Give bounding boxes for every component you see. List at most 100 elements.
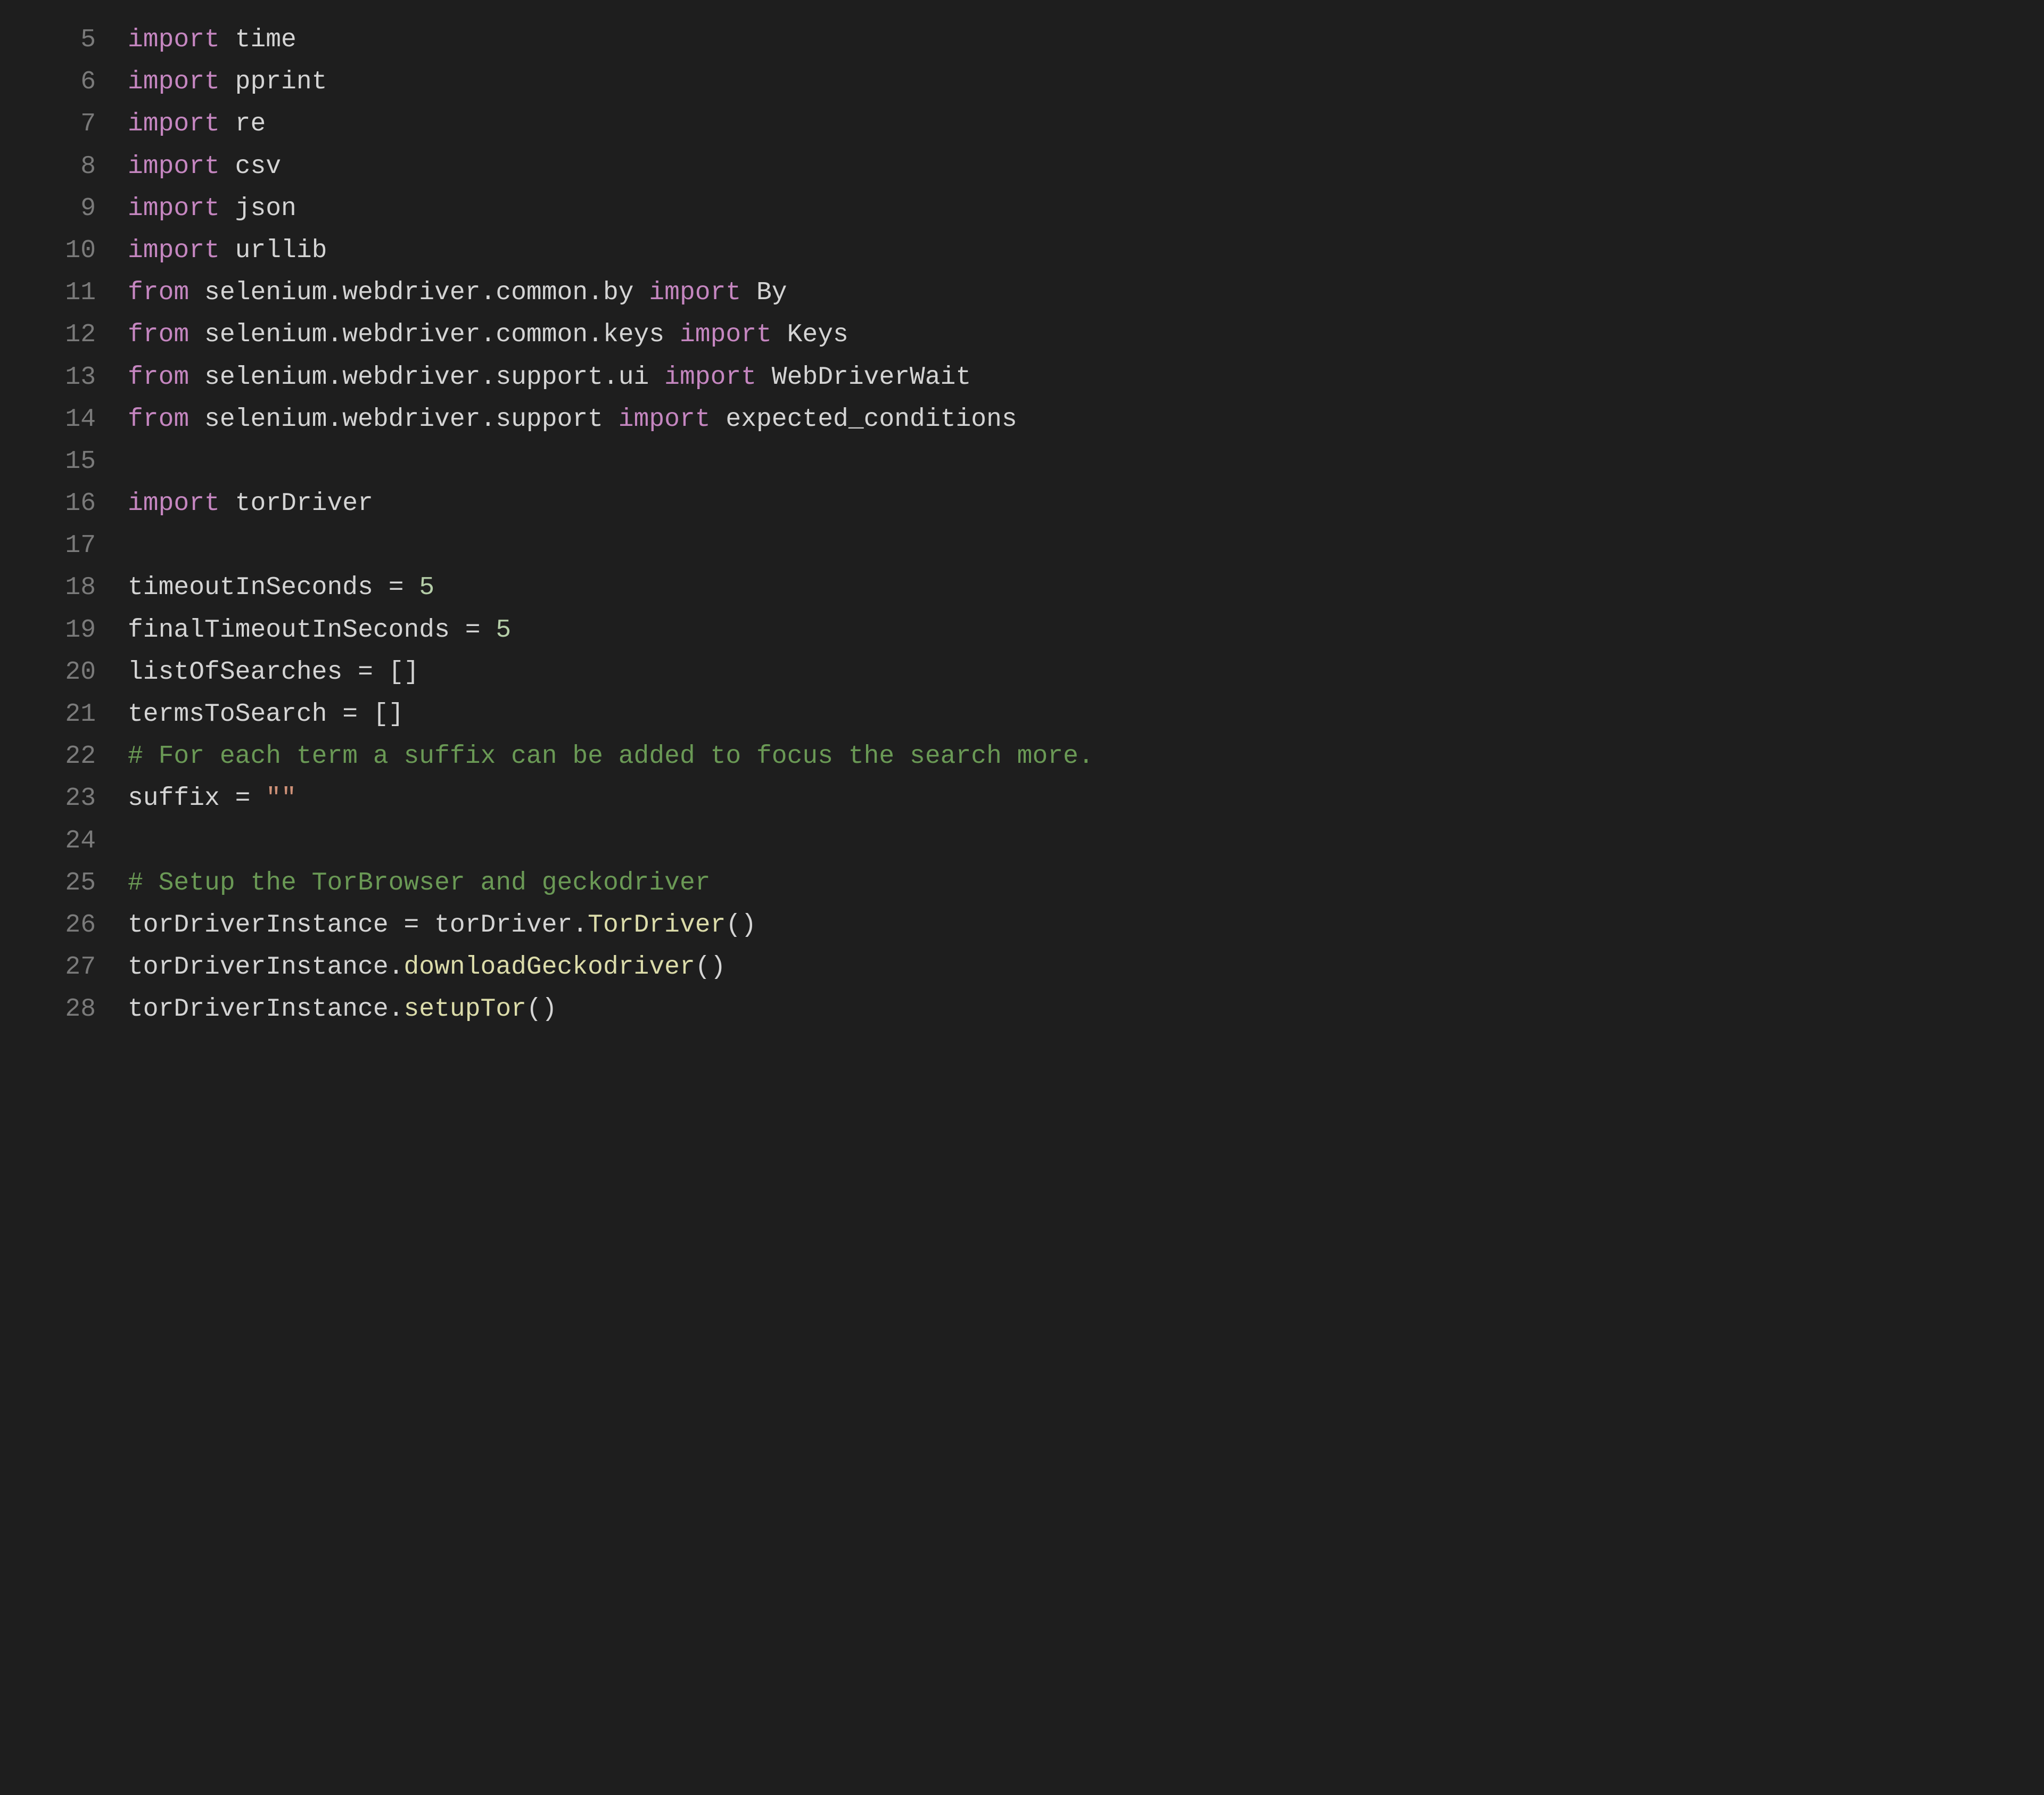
token-id: torDriver.	[419, 911, 588, 940]
code-content[interactable]: import json	[128, 188, 2044, 230]
code-content[interactable]: termsToSearch = []	[128, 694, 2044, 736]
code-content[interactable]: from selenium.webdriver.common.keys impo…	[128, 314, 2044, 356]
code-line[interactable]: 25# Setup the TorBrowser and geckodriver	[0, 862, 2044, 904]
token-id	[404, 573, 419, 602]
code-line[interactable]: 24	[0, 820, 2044, 862]
token-op: =	[342, 700, 358, 729]
token-op: =	[465, 616, 481, 645]
line-number: 28	[0, 989, 128, 1031]
code-line[interactable]: 14from selenium.webdriver.support import…	[0, 399, 2044, 441]
token-op: =	[403, 911, 419, 940]
line-number: 18	[0, 567, 128, 609]
code-line[interactable]: 13from selenium.webdriver.support.ui imp…	[0, 357, 2044, 399]
code-line[interactable]: 17	[0, 525, 2044, 567]
token-id: csv	[220, 152, 281, 181]
token-id: timeoutInSeconds	[128, 573, 389, 602]
token-id: selenium.webdriver.support.ui	[189, 363, 664, 392]
code-content[interactable]: import csv	[128, 146, 2044, 188]
line-number: 16	[0, 483, 128, 525]
line-number: 24	[0, 820, 128, 862]
token-num: 5	[496, 616, 511, 645]
token-op: =	[389, 573, 404, 602]
code-line[interactable]: 20listOfSearches = []	[0, 652, 2044, 694]
token-fn: TorDriver	[588, 911, 726, 940]
line-number: 11	[0, 272, 128, 314]
code-content[interactable]: torDriverInstance.downloadGeckodriver()	[128, 946, 2044, 989]
code-line[interactable]: 11from selenium.webdriver.common.by impo…	[0, 272, 2044, 314]
code-content[interactable]: suffix = ""	[128, 778, 2044, 820]
token-num: 5	[419, 573, 434, 602]
token-id: termsToSearch	[128, 700, 342, 729]
code-line[interactable]: 8import csv	[0, 146, 2044, 188]
token-kw: import	[619, 405, 711, 434]
code-line[interactable]: 18timeoutInSeconds = 5	[0, 567, 2044, 609]
line-number: 26	[0, 904, 128, 946]
token-op: =	[235, 784, 251, 813]
code-content[interactable]	[128, 820, 2044, 862]
code-line[interactable]: 21termsToSearch = []	[0, 694, 2044, 736]
token-id: torDriverInstance.	[128, 995, 403, 1024]
code-line[interactable]: 5import time	[0, 19, 2044, 61]
code-content[interactable]: finalTimeoutInSeconds = 5	[128, 610, 2044, 652]
token-kw: import	[128, 489, 220, 518]
code-content[interactable]: listOfSearches = []	[128, 652, 2044, 694]
token-kw: import	[128, 152, 220, 181]
code-line[interactable]: 12from selenium.webdriver.common.keys im…	[0, 314, 2044, 356]
code-editor[interactable]: 5import time6import pprint7import re8imp…	[0, 0, 2044, 1063]
code-line[interactable]: 10import urllib	[0, 230, 2044, 272]
code-content[interactable]: torDriverInstance = torDriver.TorDriver(…	[128, 904, 2044, 946]
code-content[interactable]: import pprint	[128, 61, 2044, 103]
token-id: selenium.webdriver.common.by	[189, 278, 649, 307]
token-kw: from	[128, 363, 189, 392]
code-line[interactable]: 22# For each term a suffix can be added …	[0, 736, 2044, 778]
code-content[interactable]: import torDriver	[128, 483, 2044, 525]
code-line[interactable]: 26torDriverInstance = torDriver.TorDrive…	[0, 904, 2044, 946]
code-content[interactable]	[128, 441, 2044, 483]
token-id: WebDriverWait	[756, 363, 971, 392]
code-content[interactable]	[128, 525, 2044, 567]
code-line[interactable]: 7import re	[0, 103, 2044, 145]
line-number: 14	[0, 399, 128, 441]
line-number: 8	[0, 146, 128, 188]
code-line[interactable]: 6import pprint	[0, 61, 2044, 103]
code-line[interactable]: 16import torDriver	[0, 483, 2044, 525]
token-kw: from	[128, 405, 189, 434]
code-content[interactable]: from selenium.webdriver.common.by import…	[128, 272, 2044, 314]
line-number: 6	[0, 61, 128, 103]
code-content[interactable]: import re	[128, 103, 2044, 145]
token-kw: from	[128, 320, 189, 349]
token-kw: from	[128, 278, 189, 307]
token-id: listOfSearches	[128, 658, 358, 687]
code-line[interactable]: 27torDriverInstance.downloadGeckodriver(…	[0, 946, 2044, 989]
code-line[interactable]: 19finalTimeoutInSeconds = 5	[0, 610, 2044, 652]
code-content[interactable]: import urllib	[128, 230, 2044, 272]
code-content[interactable]: from selenium.webdriver.support.ui impor…	[128, 357, 2044, 399]
line-number: 7	[0, 103, 128, 145]
code-line[interactable]: 28torDriverInstance.setupTor()	[0, 989, 2044, 1031]
token-id: time	[220, 26, 296, 54]
line-number: 5	[0, 19, 128, 61]
line-number: 21	[0, 694, 128, 736]
code-line[interactable]: 23suffix = ""	[0, 778, 2044, 820]
code-content[interactable]: # Setup the TorBrowser and geckodriver	[128, 862, 2044, 904]
code-content[interactable]: import time	[128, 19, 2044, 61]
token-id: selenium.webdriver.support	[189, 405, 619, 434]
line-number: 10	[0, 230, 128, 272]
token-id: torDriverInstance.	[128, 953, 403, 982]
token-id: ()	[726, 911, 756, 940]
code-content[interactable]: torDriverInstance.setupTor()	[128, 989, 2044, 1031]
code-line[interactable]: 15	[0, 441, 2044, 483]
token-kw: import	[128, 68, 220, 96]
line-number: 17	[0, 525, 128, 567]
code-content[interactable]: timeoutInSeconds = 5	[128, 567, 2044, 609]
code-line[interactable]: 9import json	[0, 188, 2044, 230]
token-id: urllib	[220, 236, 327, 265]
code-content[interactable]: # For each term a suffix can be added to…	[128, 736, 2044, 778]
token-kw: import	[680, 320, 772, 349]
token-id: By	[741, 278, 787, 307]
token-id: ()	[526, 995, 557, 1024]
token-kw: import	[128, 194, 220, 223]
code-content[interactable]: from selenium.webdriver.support import e…	[128, 399, 2044, 441]
token-kw: import	[128, 236, 220, 265]
line-number: 22	[0, 736, 128, 778]
